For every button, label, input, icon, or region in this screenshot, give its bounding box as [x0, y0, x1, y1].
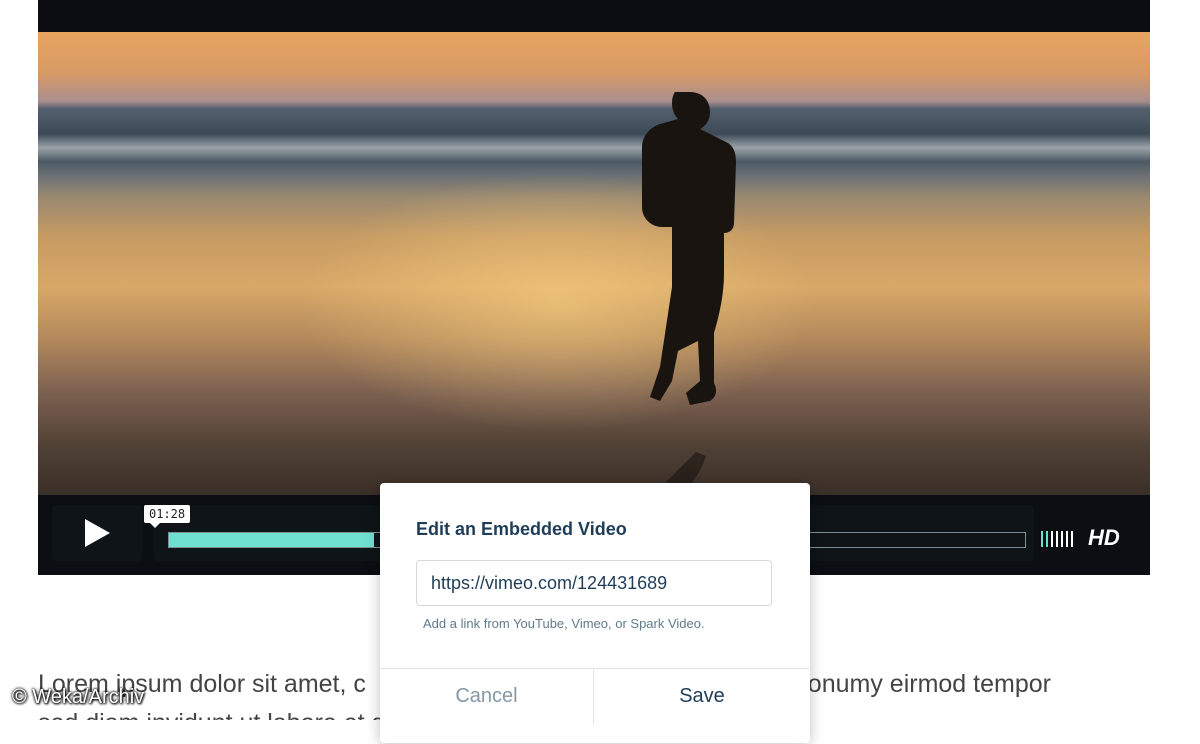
volume-bar — [1071, 531, 1073, 547]
dialog-footer: Cancel Save — [380, 668, 810, 744]
dialog-title: Edit an Embedded Video — [416, 519, 627, 539]
volume-bar — [1066, 531, 1068, 547]
video-frame[interactable] — [38, 32, 1150, 495]
play-icon — [85, 519, 110, 547]
cancel-button[interactable]: Cancel — [380, 669, 594, 724]
volume-bar — [1051, 531, 1053, 547]
progress-fill — [169, 533, 375, 547]
play-button[interactable] — [52, 505, 142, 561]
volume-bar — [1041, 531, 1043, 547]
copyright-watermark: © Weka/Archiv — [12, 686, 145, 708]
volume-bar — [1056, 531, 1058, 547]
video-url-input[interactable] — [416, 560, 772, 606]
hd-quality-button[interactable]: HD — [1088, 525, 1120, 551]
volume-bar — [1046, 531, 1048, 547]
volume-bar — [1061, 531, 1063, 547]
hiker-silhouette-image — [642, 92, 736, 488]
body-text-right: nonumy eirmod tempor — [793, 670, 1051, 698]
url-hint-text: Add a link from YouTube, Vimeo, or Spark… — [423, 616, 705, 631]
save-button[interactable]: Save — [595, 669, 809, 724]
edit-embedded-video-dialog: Edit an Embedded Video Add a link from Y… — [380, 483, 810, 743]
volume-bars-icon[interactable] — [1041, 531, 1073, 547]
current-time-tooltip: 01:28 — [144, 505, 191, 528]
